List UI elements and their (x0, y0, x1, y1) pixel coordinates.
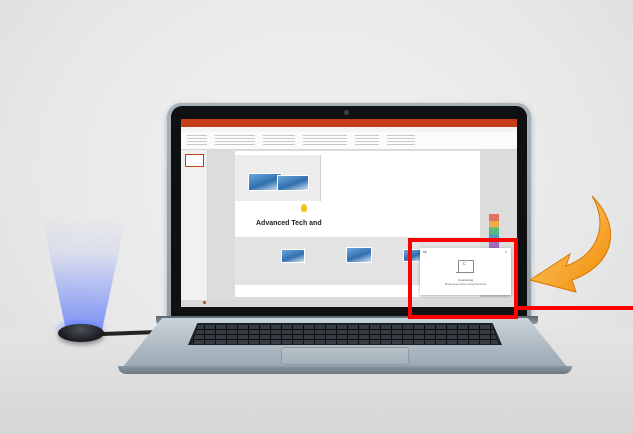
highlight-line (518, 306, 633, 310)
laptop-front-edge (118, 366, 572, 374)
lightbulb-icon (301, 204, 307, 212)
trackpad (281, 347, 409, 365)
ribbon-group (187, 135, 207, 145)
slide-title: Advanced Tech and (256, 220, 322, 227)
ribbon-group (215, 135, 255, 145)
slide-image (346, 247, 372, 263)
highlight-box (408, 238, 518, 319)
ribbon-group (303, 135, 347, 145)
product-scene: Advanced Tech and Mir × c Connecting Ple… (0, 0, 633, 434)
webcam-icon (344, 110, 349, 115)
ribbon-group (355, 135, 379, 145)
ribbon-group (263, 135, 295, 145)
ribbon-group (387, 135, 415, 145)
slide-image (281, 249, 305, 263)
slide-image (277, 175, 309, 191)
keyboard-keys (192, 325, 498, 344)
app-icon[interactable] (203, 301, 206, 304)
wireless-dongle (58, 324, 104, 342)
slide-thumbnail[interactable] (185, 154, 204, 167)
app-titlebar (181, 119, 517, 127)
curved-arrow-icon (528, 195, 612, 293)
slide-thumbnails-pane (181, 150, 208, 300)
